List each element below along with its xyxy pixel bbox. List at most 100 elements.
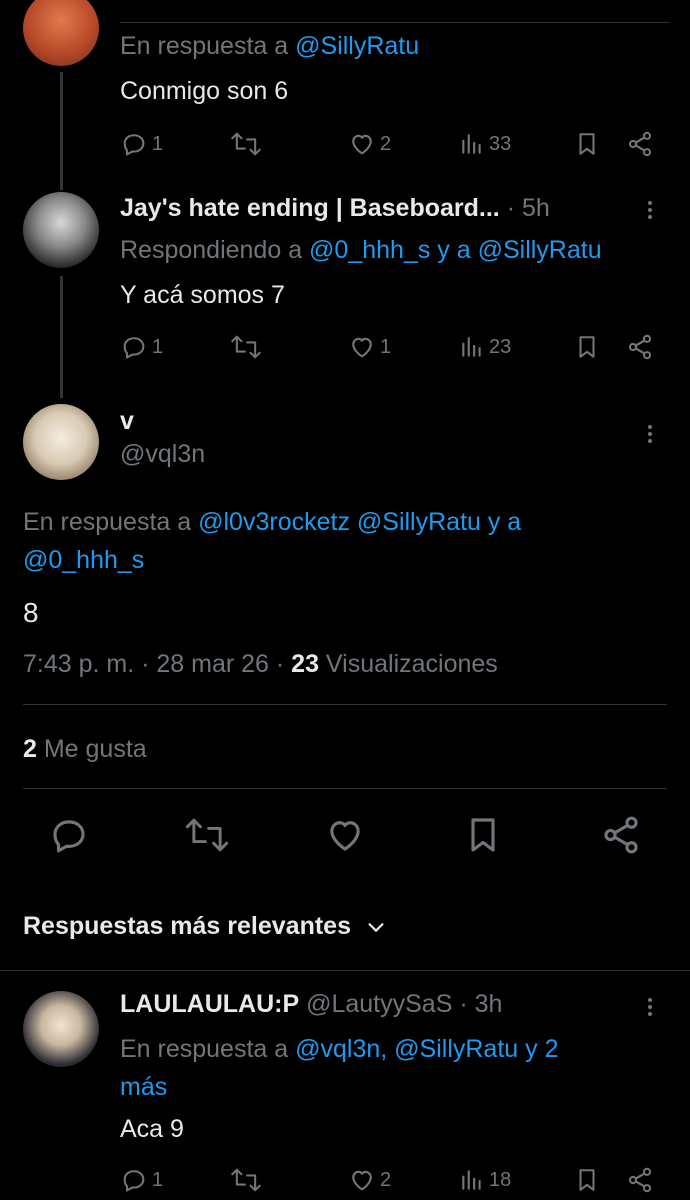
bookmark-icon [471, 818, 495, 852]
share-icon [628, 334, 652, 360]
mention-link[interactable]: @0_hhh_s [23, 546, 144, 574]
bookmark-button[interactable] [574, 130, 600, 158]
like-count: 1 [380, 335, 392, 358]
reply-button[interactable]: 1 [120, 1166, 163, 1194]
likes-label: Me gusta [36, 735, 147, 763]
heart-icon [330, 821, 360, 851]
author-name[interactable]: v [120, 407, 134, 436]
reply-text: Conmigo son 6 [120, 77, 289, 105]
bookmark-icon [579, 1169, 595, 1191]
divider [23, 788, 667, 789]
bookmark-icon [579, 336, 595, 358]
views-count: 33 [489, 132, 512, 155]
reply-count: 1 [152, 132, 164, 155]
more-options-icon[interactable] [646, 198, 654, 222]
analytics-icon [462, 337, 481, 357]
avatar[interactable] [23, 404, 99, 480]
timestamp[interactable]: · 5h [507, 194, 550, 222]
author-line: Jay's hate ending | Baseboard... · 5h [120, 194, 550, 223]
comment-icon [123, 337, 145, 359]
share-icon [604, 816, 638, 854]
reply-text: Y acá somos 7 [120, 281, 285, 309]
bookmark-button[interactable] [574, 333, 600, 361]
views-button[interactable]: 33 [459, 130, 511, 158]
retweet-icon [185, 818, 229, 852]
in-reply-prefix: En respuesta a [120, 32, 296, 60]
share-button[interactable] [626, 1166, 654, 1194]
in-reply-to: En respuesta a @vql3n, @SillyRatu y 2 má… [120, 1030, 558, 1106]
chevron-down-icon [368, 922, 384, 932]
author-name[interactable]: LAULAULAU:P [120, 990, 299, 1018]
divider [0, 970, 690, 971]
likes-summary[interactable]: 2 Me gusta [23, 735, 147, 764]
author-line: LAULAULAU:P @LautyySaS · 3h [120, 990, 502, 1019]
mention-link[interactable]: @l0v3rocketz @SillyRatu y a [198, 508, 521, 536]
views-label: Visualizaciones [318, 650, 498, 678]
comment-icon [123, 1170, 145, 1192]
thread-line [60, 72, 63, 190]
retweet-button[interactable] [230, 1166, 262, 1194]
like-count: 2 [380, 132, 392, 155]
in-reply-prefix: En respuesta a [23, 508, 199, 536]
views-count: 18 [489, 1168, 512, 1191]
reply-button[interactable] [48, 814, 90, 856]
views-count: 23 [489, 335, 512, 358]
avatar[interactable] [23, 991, 99, 1067]
author-handle-time[interactable]: @LautyySaS · 3h [306, 990, 502, 1018]
thread-line [60, 276, 63, 398]
views-button[interactable]: 18 [459, 1166, 511, 1194]
heart-icon [352, 134, 372, 155]
in-reply-to: En respuesta a @l0v3rocketz @SillyRatu y… [23, 503, 521, 579]
like-count: 2 [380, 1168, 392, 1191]
replying-prefix: Respondiendo a [120, 236, 310, 264]
heart-icon [352, 337, 372, 358]
reply-count: 1 [152, 335, 164, 358]
analytics-icon [462, 1170, 481, 1190]
retweet-button[interactable] [184, 814, 230, 856]
mention-link[interactable]: más [120, 1073, 167, 1101]
author-name[interactable]: Jay's hate ending | Baseboard... [120, 194, 500, 222]
tweet-meta: 7:43 p. m. · 28 mar 26 · 23 Visualizacio… [23, 650, 498, 679]
sort-dropdown[interactable]: Respuestas más relevantes [23, 912, 387, 941]
retweet-icon [231, 132, 261, 156]
likes-count: 2 [23, 735, 37, 763]
views-button[interactable]: 23 [459, 333, 511, 361]
reply-button[interactable]: 1 [120, 130, 163, 158]
share-button[interactable] [626, 333, 654, 361]
retweet-button[interactable] [230, 333, 262, 361]
reply-text: Aca 9 [120, 1115, 184, 1143]
mention-link[interactable]: @0_hhh_s y a @SillyRatu [309, 236, 602, 264]
in-reply-prefix: En respuesta a [120, 1035, 296, 1063]
heart-icon [352, 1170, 372, 1191]
mention-link[interactable]: @vql3n, @SillyRatu y 2 [295, 1035, 558, 1063]
like-button[interactable]: 2 [348, 1166, 391, 1194]
tweet-text: 8 [23, 597, 39, 628]
divider [23, 704, 667, 705]
more-options-icon[interactable] [646, 995, 654, 1019]
bookmark-button[interactable] [463, 814, 503, 856]
reply-button[interactable]: 1 [120, 333, 163, 361]
like-button[interactable]: 1 [348, 333, 391, 361]
replying-to: Respondiendo a @0_hhh_s y a @SillyRatu [120, 236, 602, 265]
bookmark-button[interactable] [574, 1166, 600, 1194]
avatar[interactable] [23, 0, 99, 66]
retweet-icon [231, 335, 261, 359]
more-options-icon[interactable] [646, 422, 654, 446]
mention-link[interactable]: @SillyRatu [295, 32, 419, 60]
share-button[interactable] [626, 130, 654, 158]
views-count: 23 [291, 650, 319, 678]
like-button[interactable] [324, 814, 366, 856]
retweet-button[interactable] [230, 130, 262, 158]
retweet-icon [231, 1168, 261, 1192]
comment-icon [123, 134, 145, 156]
share-icon [628, 1167, 652, 1193]
like-button[interactable]: 2 [348, 130, 391, 158]
share-button[interactable] [600, 814, 642, 856]
in-reply-to: En respuesta a @SillyRatu [120, 32, 419, 61]
avatar[interactable] [23, 192, 99, 268]
analytics-icon [462, 134, 481, 154]
top-divider [120, 22, 670, 23]
comment-icon [53, 820, 85, 853]
tweet-timestamp[interactable]: 7:43 p. m. · 28 mar 26 · [23, 650, 291, 678]
author-handle[interactable]: @vql3n [120, 440, 205, 469]
